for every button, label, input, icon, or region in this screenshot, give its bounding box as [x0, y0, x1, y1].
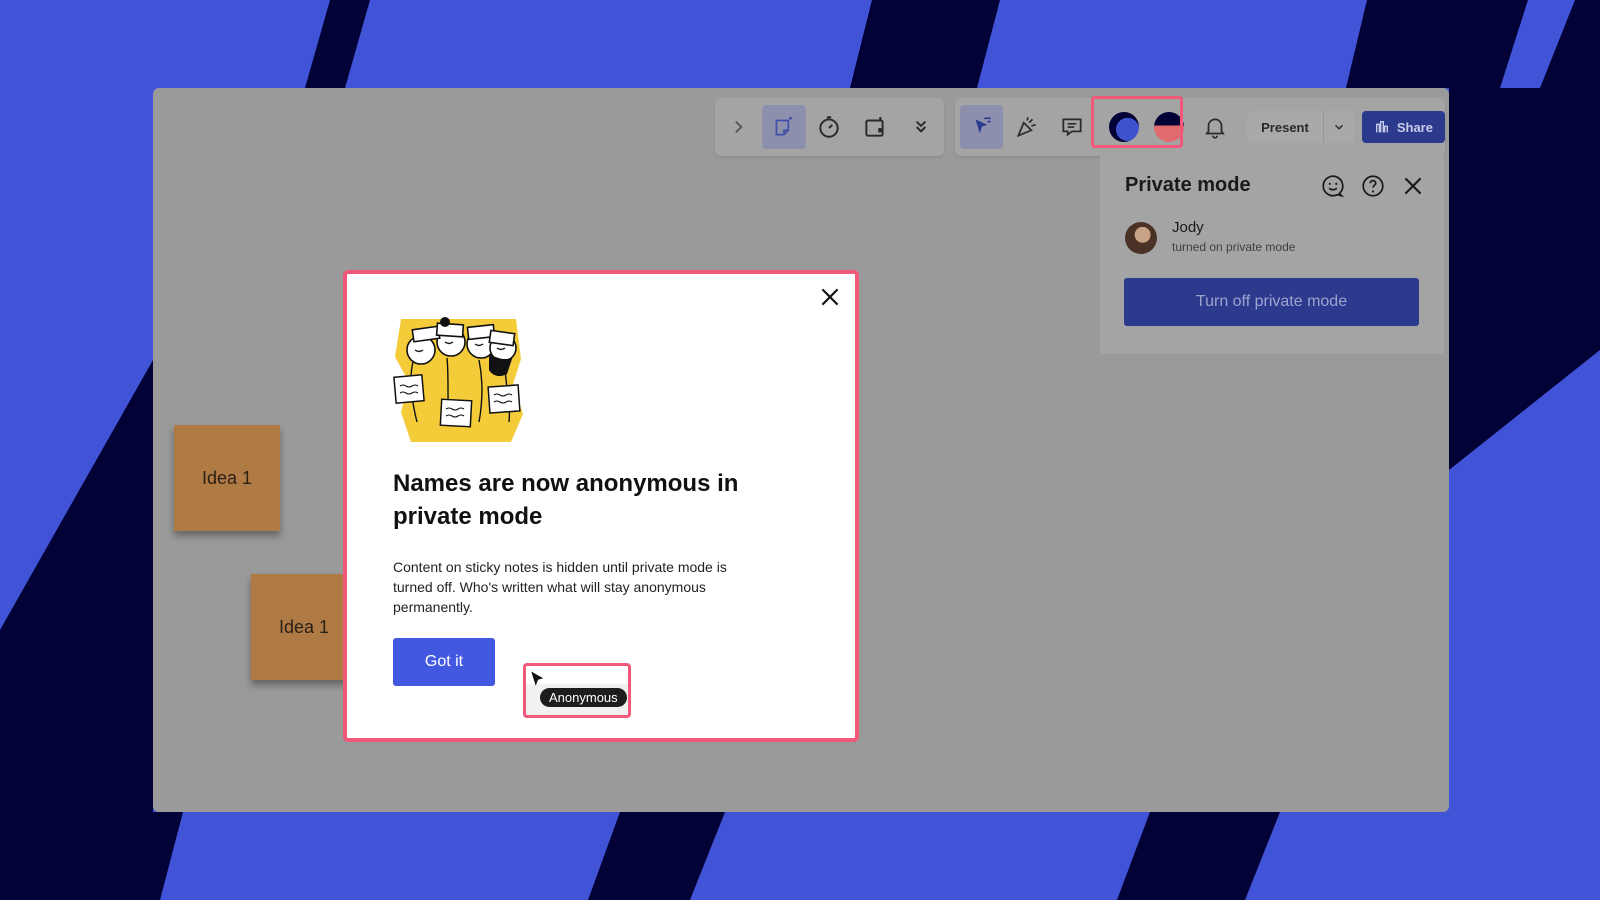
expand-toolbar-button[interactable] [716, 105, 760, 149]
share-icon [1375, 121, 1388, 133]
comments-icon [1062, 118, 1082, 137]
anonymous-names-dialog: Names are now anonymous in private mode … [343, 270, 859, 742]
bell-icon [1204, 118, 1225, 139]
chevron-down-icon [1334, 124, 1343, 130]
anonymous-cursor-tag: Anonymous [540, 688, 627, 707]
present-options-button[interactable] [1322, 111, 1354, 143]
timer-button[interactable] [808, 105, 852, 149]
help-icon[interactable] [1360, 173, 1386, 199]
user-status: turned on private mode [1172, 240, 1296, 254]
sticky-note-tool-button[interactable] [761, 105, 806, 149]
present-button[interactable]: Present [1247, 120, 1323, 135]
sticky-note-tool-icon [775, 116, 792, 136]
avatar-highlight-box [1091, 96, 1183, 148]
feedback-icon[interactable] [1320, 173, 1346, 199]
panel-title: Private mode [1125, 174, 1251, 196]
comments-button[interactable] [1050, 105, 1093, 149]
close-icon[interactable] [1400, 173, 1426, 199]
double-chevron-down-icon [916, 120, 927, 133]
anonymous-people-illustration [393, 317, 523, 442]
chevron-right-icon [735, 120, 743, 134]
more-tools-button[interactable] [899, 105, 943, 149]
share-button[interactable]: Share [1361, 111, 1445, 143]
present-control: Present [1247, 111, 1354, 143]
toolbar-left-group [715, 98, 944, 156]
user-name: Jody [1172, 219, 1204, 236]
notifications-button[interactable] [1193, 105, 1236, 149]
dialog-body: Content on sticky notes is hidden until … [393, 559, 727, 615]
sticky-note-label: Idea 1 [201, 467, 253, 488]
sticky-note-label: Idea 1 [278, 616, 330, 637]
dialog-title: Names are now anonymous in private mode [393, 470, 739, 530]
private-mode-panel: Private mode Jody turned on private mode… [1100, 154, 1444, 354]
reactions-icon [1016, 116, 1036, 138]
sticky-note[interactable]: Idea 1 [174, 425, 280, 531]
anonymous-cursor-highlight: Anonymous [523, 663, 631, 718]
frame-tool-icon [865, 117, 884, 137]
panel-actions [1320, 173, 1426, 199]
frame-tool-button[interactable] [853, 105, 897, 149]
timer-icon [819, 116, 840, 138]
cursor-select-icon [975, 117, 991, 134]
toolbar-right-group: Present Share [955, 98, 1445, 156]
cursor-arrow-icon [531, 671, 544, 686]
select-tool-button[interactable] [960, 105, 1004, 149]
user-avatar [1125, 222, 1157, 254]
got-it-button[interactable]: Got it [393, 638, 495, 686]
turn-off-private-mode-button[interactable]: Turn off private mode [1124, 278, 1419, 326]
reactions-button[interactable] [1005, 105, 1048, 149]
share-label: Share [1396, 119, 1433, 135]
sticky-note[interactable]: Idea 1 [251, 574, 357, 680]
close-icon[interactable] [817, 284, 843, 310]
